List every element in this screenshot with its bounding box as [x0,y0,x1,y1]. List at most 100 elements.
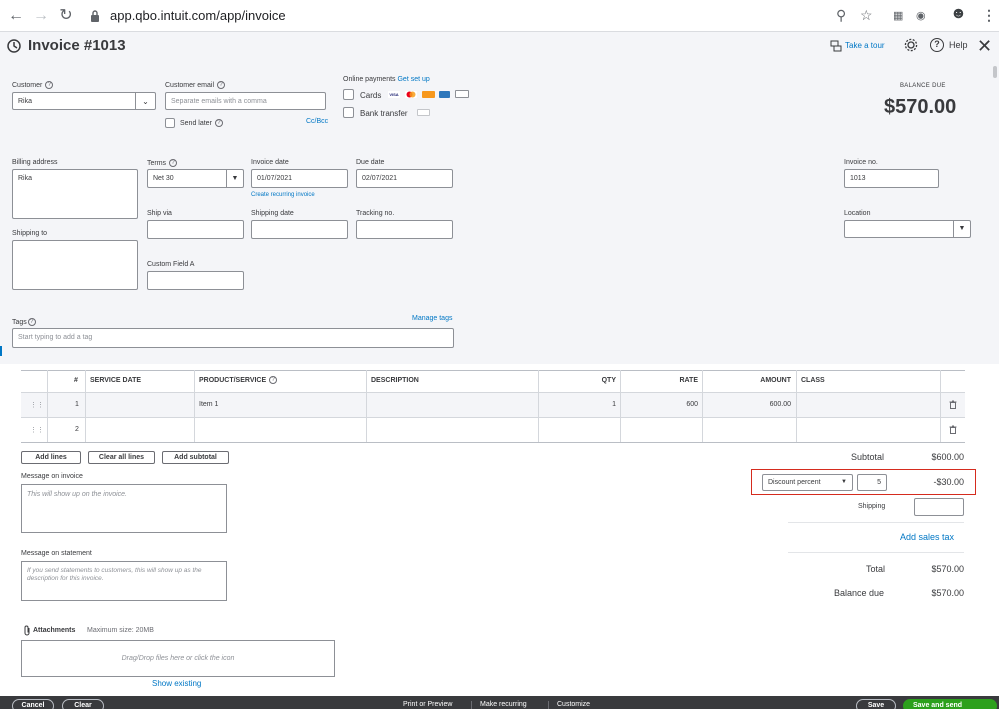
terms-label: Terms? [147,159,178,167]
custom-field-a-input[interactable] [147,271,244,290]
shipping-date-input[interactable] [251,220,348,239]
discount-type-value: Discount percent [768,479,821,486]
terms-select[interactable]: Net 30 ▼ [147,169,244,188]
customer-select[interactable]: Rika ⌄ [12,92,156,110]
drag-handle-icon[interactable]: ⋮⋮ [30,401,44,409]
invoice-date-label: Invoice date [251,159,289,166]
invoice-date-input[interactable]: 01/07/2021 [251,169,348,188]
attachments-dropzone[interactable]: Drag/Drop files here or click the icon [21,640,335,677]
print-preview-link[interactable]: Print or Preview [403,701,452,708]
cancel-button[interactable]: Cancel [12,699,54,709]
recent-history-icon[interactable] [6,38,22,54]
send-later-checkbox[interactable] [165,118,175,128]
discount-type-select[interactable]: Discount percent ▼ [762,474,853,491]
scrollbar-thumb[interactable] [993,66,997,78]
url-text: app.qbo.intuit.com/app/invoice [110,8,286,23]
add-sales-tax-link[interactable]: Add sales tax [900,532,954,542]
paperclip-icon [24,625,30,636]
info-icon[interactable]: ? [217,81,226,89]
terms-value: Net 30 [153,175,174,182]
eye-extension-icon[interactable]: ◉ [916,9,926,22]
shipping-date-label: Shipping date [251,210,294,217]
row-qty[interactable]: 1 [538,401,616,408]
show-existing-link[interactable]: Show existing [152,679,201,688]
back-icon[interactable]: ← [6,6,26,26]
tags-input[interactable]: Start typing to add a tag [12,328,454,348]
trash-icon[interactable] [949,400,957,409]
save-and-send-button[interactable]: Save and send [903,699,997,709]
make-recurring-link[interactable]: Make recurring [480,701,527,708]
col-divider [366,370,367,442]
row-amount[interactable]: 600.00 [702,401,791,408]
message-invoice-input[interactable]: This will show up on the invoice. [21,484,227,533]
message-statement-input[interactable]: If you send statements to customers, thi… [21,561,227,601]
tour-icon[interactable] [830,40,842,52]
row-rate[interactable]: 600 [620,401,698,408]
amex-icon [439,91,450,98]
due-date-input[interactable]: 02/07/2021 [356,169,453,188]
balance-due-bottom-value: $570.00 [931,588,964,598]
apple-pay-icon [455,90,469,98]
caret-down-icon[interactable]: ▼ [226,170,243,187]
profile-icon[interactable]: ☻ [950,5,967,23]
table-row-highlight [21,393,965,417]
info-icon[interactable]: ? [27,318,36,326]
bookmark-star-icon[interactable]: ☆ [860,7,873,24]
bank-transfer-label: Bank transfer [360,109,408,118]
invoice-no-input[interactable]: 1013 [844,169,939,188]
add-lines-button[interactable]: Add lines [21,451,81,464]
due-date-label: Due date [356,159,385,166]
clear-button[interactable]: Clear [62,699,104,709]
customer-email-input[interactable]: Separate emails with a comma [165,92,326,110]
help-label[interactable]: Help [949,40,968,50]
extension-icon[interactable]: ▦ [893,9,903,22]
info-icon[interactable]: ? [269,376,278,385]
caret-down-icon[interactable]: ▼ [953,221,970,237]
chevron-down-icon[interactable]: ⌄ [135,93,155,109]
zoom-icon[interactable]: ⚲ [836,7,846,24]
forward-icon[interactable]: → [31,6,51,26]
get-set-up-link[interactable]: Get set up [397,76,429,83]
shipping-to-field[interactable] [12,240,138,290]
bank-transfer-checkbox[interactable] [343,107,354,118]
location-select[interactable]: ▼ [844,220,971,238]
info-icon[interactable]: ? [214,119,223,127]
balance-due-amount: $570.00 [884,96,957,118]
menu-kebab-icon[interactable]: ⋮ [982,7,996,24]
tracking-no-label: Tracking no. [356,210,395,217]
close-icon[interactable]: ✕ [977,36,992,57]
customize-link[interactable]: Customize [557,701,590,708]
row-product[interactable]: Item 1 [199,401,218,408]
help-icon[interactable]: ? [930,38,944,52]
message-invoice-label: Message on invoice [21,473,83,480]
discount-amount: -$30.00 [933,477,964,487]
caret-down-icon[interactable]: ▼ [841,479,847,485]
tracking-no-input[interactable] [356,220,453,239]
gear-icon[interactable] [904,38,918,52]
drag-handle-icon[interactable]: ⋮⋮ [30,426,44,434]
billing-address-value: Rika [18,175,33,182]
clear-all-lines-button[interactable]: Clear all lines [88,451,155,464]
shipping-input[interactable] [914,498,964,516]
cards-checkbox[interactable] [343,89,354,100]
manage-tags-link[interactable]: Manage tags [412,315,452,322]
cc-bcc-link[interactable]: Cc/Bcc [306,118,328,125]
trash-icon[interactable] [949,425,957,434]
address-bar[interactable]: app.qbo.intuit.com/app/invoice [82,4,882,28]
attachments-max-size: Maximum size: 20MB [87,627,154,634]
save-button[interactable]: Save [856,699,896,709]
add-subtotal-button[interactable]: Add subtotal [162,451,229,464]
create-recurring-link[interactable]: Create recurring invoice [251,192,315,198]
billing-address-field[interactable]: Rika [12,169,138,219]
invoice-date-value: 01/07/2021 [257,175,293,182]
info-icon[interactable]: ? [45,81,54,89]
info-icon[interactable]: ? [169,159,178,167]
ship-via-input[interactable] [147,220,244,239]
reload-icon[interactable]: ↻ [56,6,76,26]
col-header-service-date: SERVICE DATE [90,377,142,384]
row-num: 1 [75,401,79,408]
row-num: 2 [75,426,79,433]
online-payments-label: Online payments Get set up [343,76,430,83]
take-tour-link[interactable]: Take a tour [845,41,885,50]
discount-value-input[interactable]: 5 [857,474,887,491]
